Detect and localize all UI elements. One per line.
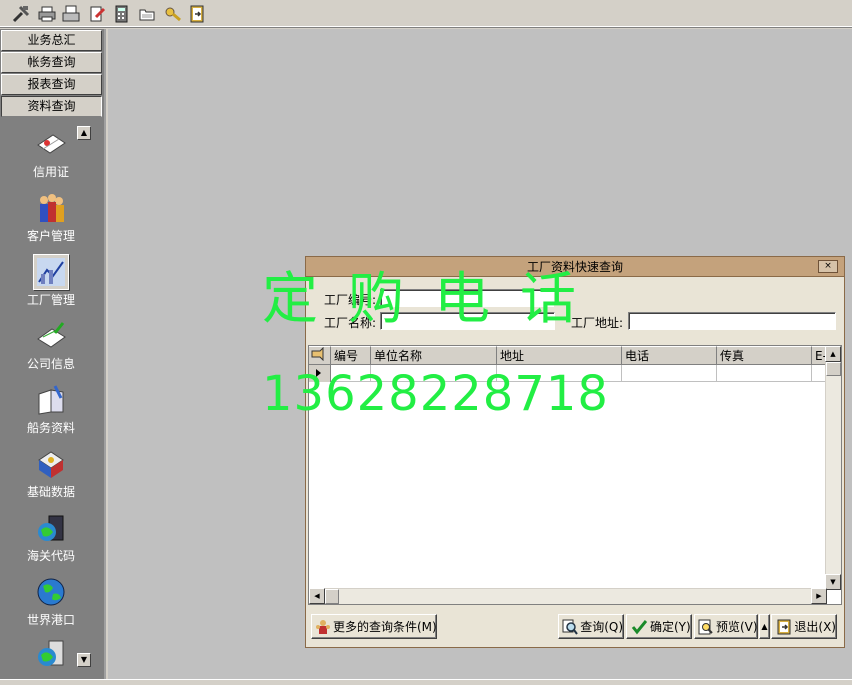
query-button[interactable]: 查询(Q)	[558, 614, 624, 639]
factory-icon	[33, 254, 69, 290]
dialog-title: 工厂资料快速查询	[306, 257, 844, 277]
nav-item-label: 世界港口	[26, 613, 75, 627]
nav-item-label: 船务资料	[26, 421, 75, 435]
column-header[interactable]: 传真	[717, 346, 812, 365]
nav-item-label: 基础数据	[26, 485, 75, 499]
factory-name-label: 工厂名称:	[324, 316, 377, 330]
grid-horizontal-scrollbar[interactable]: ◀ ▶	[309, 588, 827, 604]
magnifier-icon	[562, 618, 578, 636]
main-toolbar	[0, 0, 852, 28]
factory-address-field[interactable]	[628, 312, 836, 330]
company-info-icon	[33, 318, 69, 354]
nav-item-company-info[interactable]: 公司信息	[0, 318, 102, 380]
preview-icon	[698, 618, 714, 636]
grid-header: 编号 单位名称 地址 电话 传真 E-M	[309, 346, 827, 365]
folder-icon[interactable]	[136, 3, 158, 25]
column-header[interactable]: 单位名称	[371, 346, 497, 365]
scroll-down-icon[interactable]: ▼	[825, 574, 841, 590]
nav-item-label: 海关代码	[26, 549, 75, 563]
nav-item-customers[interactable]: 客户管理	[0, 190, 102, 252]
status-bar	[0, 679, 852, 685]
tools-icon[interactable]	[10, 3, 32, 25]
button-label: 确定(Y)	[650, 620, 691, 634]
people-icon	[315, 618, 331, 636]
table-cell[interactable]	[331, 365, 371, 382]
scroll-up-icon[interactable]: ▲	[825, 346, 841, 362]
group-data-query[interactable]: 资料查询	[1, 96, 102, 117]
preview-dropdown-button[interactable]: ▲	[759, 614, 770, 639]
exit-icon[interactable]	[186, 3, 208, 25]
print-icon[interactable]	[36, 3, 58, 25]
factory-name-field[interactable]	[380, 312, 555, 330]
print-preview-icon[interactable]	[60, 3, 82, 25]
nav-item-customs-code[interactable]: 海关代码	[0, 510, 102, 572]
key-icon[interactable]	[162, 3, 184, 25]
shipping-docs-icon	[33, 382, 69, 418]
nav-item-label: 信用证	[32, 165, 69, 179]
column-header[interactable]: 编号	[331, 346, 371, 365]
grid-vertical-scrollbar[interactable]: ▲ ▼	[825, 346, 841, 590]
scroll-thumb[interactable]	[826, 362, 841, 376]
more-icon	[33, 635, 69, 671]
base-data-icon	[33, 446, 69, 482]
more-conditions-button[interactable]: 更多的查询条件(M)	[311, 614, 437, 639]
factory-quick-search-dialog: 工厂资料快速查询 × 工厂编号: 工厂名称: 工厂地址: 编号 单位名称 地址 …	[305, 256, 845, 648]
row-indicator-header-icon	[309, 346, 331, 365]
nav-item-factory[interactable]: 工厂管理	[0, 254, 102, 316]
scroll-left-icon[interactable]: ◀	[309, 588, 325, 604]
group-business-summary[interactable]: 业务总汇	[1, 30, 102, 51]
scroll-right-icon[interactable]: ▶	[811, 588, 827, 604]
button-label: 更多的查询条件(M)	[333, 620, 437, 634]
customs-code-icon	[33, 510, 69, 546]
button-label: 预览(V)	[716, 620, 758, 634]
nav-pane: 业务总汇 帐务查询 报表查询 资料查询 ▲ 信用证 客户管理 工厂管理 公司信息…	[0, 29, 106, 679]
nav-item-base-data[interactable]: 基础数据	[0, 446, 102, 508]
checkmark-icon	[630, 618, 648, 636]
column-header[interactable]: 地址	[497, 346, 622, 365]
table-cell[interactable]	[497, 365, 622, 382]
table-row[interactable]	[309, 365, 827, 382]
world-ports-icon	[33, 574, 69, 610]
close-icon[interactable]: ×	[818, 260, 838, 273]
chevron-up-icon: ▲	[761, 622, 768, 631]
nav-item-label: 工厂管理	[26, 293, 75, 307]
nav-item-shipping-docs[interactable]: 船务资料	[0, 382, 102, 444]
nav-item-world-ports[interactable]: 世界港口	[0, 574, 102, 636]
nav-item-letter-of-credit[interactable]: 信用证	[0, 126, 102, 188]
nav-item-label: 公司信息	[26, 357, 75, 371]
button-label: 查询(Q)	[580, 620, 623, 634]
group-report-query[interactable]: 报表查询	[1, 74, 102, 95]
nav-item-label: 客户管理	[26, 229, 75, 243]
letter-of-credit-icon	[33, 126, 69, 162]
door-exit-icon	[775, 618, 792, 636]
column-header[interactable]: 电话	[622, 346, 717, 365]
results-grid[interactable]: 编号 单位名称 地址 电话 传真 E-M ▲ ▼ ◀ ▶	[308, 345, 842, 605]
confirm-button[interactable]: 确定(Y)	[626, 614, 692, 639]
factory-address-label: 工厂地址:	[571, 316, 624, 330]
factory-no-label: 工厂编号:	[324, 293, 377, 307]
factory-no-field[interactable]	[380, 289, 554, 307]
table-cell[interactable]	[717, 365, 812, 382]
button-label: 退出(X)	[794, 620, 836, 634]
exit-button[interactable]: 退出(X)	[771, 614, 837, 639]
scroll-thumb[interactable]	[325, 589, 339, 604]
edit-doc-icon[interactable]	[86, 3, 108, 25]
group-account-query[interactable]: 帐务查询	[1, 52, 102, 73]
table-cell[interactable]	[371, 365, 497, 382]
current-row-indicator-icon	[309, 365, 331, 382]
customers-icon	[33, 190, 69, 226]
table-cell[interactable]	[622, 365, 717, 382]
nav-scroll-down-icon[interactable]: ▼	[77, 653, 91, 667]
calculator-icon[interactable]	[110, 3, 132, 25]
preview-button[interactable]: 预览(V)	[694, 614, 758, 639]
